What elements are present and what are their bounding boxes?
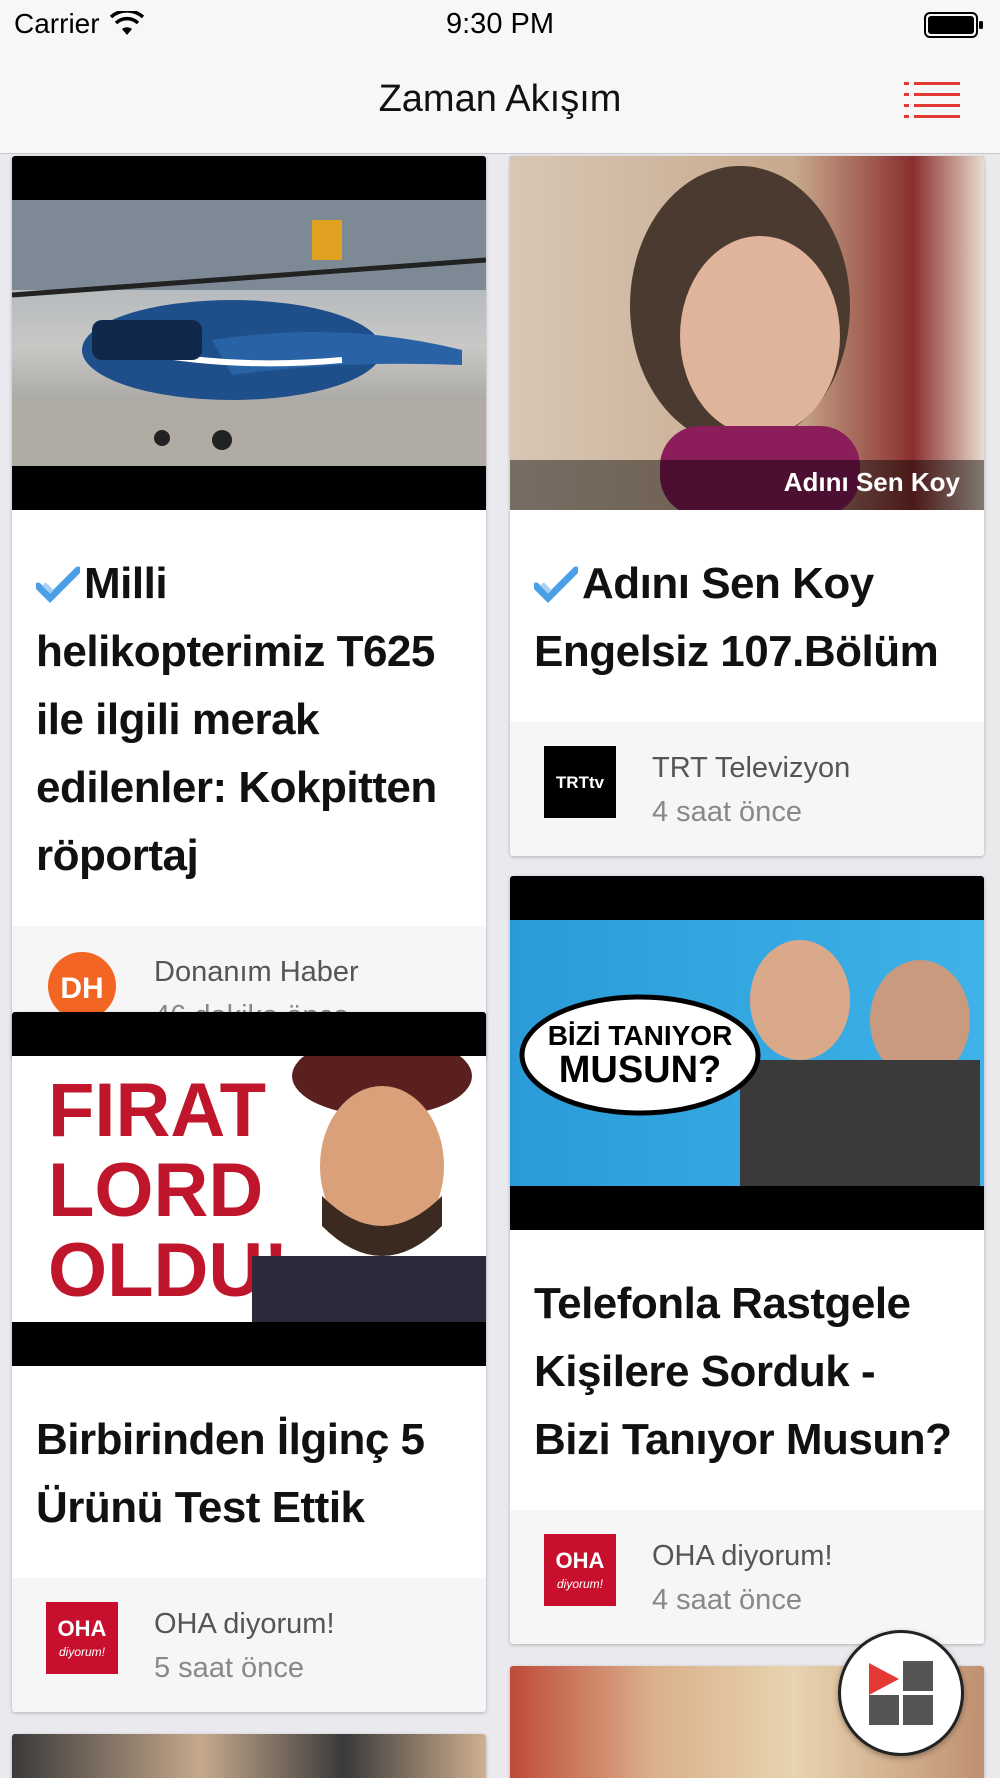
card-title: Adını Sen Koy Engelsiz 107.Bölüm — [534, 550, 962, 686]
logo-text: TRTtv — [556, 773, 605, 792]
logo-text: OHA — [58, 1616, 107, 1641]
oha-diyorum-logo: OHA diyorum! — [544, 1534, 616, 1606]
source-name[interactable]: TRT Televizyon — [652, 752, 850, 785]
post-time: 5 saat önce — [154, 1652, 304, 1684]
card-title: Telefonla Rastgele Kişilere Sorduk - Biz… — [534, 1279, 952, 1464]
card-thumbnail[interactable]: BİZİ TANIYOR MUSUN? — [510, 876, 984, 1230]
tv-series-image — [630, 166, 860, 510]
feed-card[interactable]: BİZİ TANIYOR MUSUN? Telefonla Rastgele K… — [510, 876, 984, 1644]
card-source[interactable]: OHA diyorum! OHA diyorum! 4 saat önce — [510, 1510, 984, 1644]
post-time: 4 saat önce — [652, 1584, 802, 1616]
feed-card[interactable] — [12, 1734, 486, 1778]
source-name[interactable]: Donanım Haber — [154, 956, 359, 989]
card-title: Milli helikopterimiz T625 ile ilgili mer… — [36, 550, 464, 890]
logo-text: OHA — [556, 1548, 605, 1573]
image-text-2: LORD — [48, 1148, 263, 1233]
card-title-text: Milli helikopterimiz T625 ile ilgili mer… — [36, 559, 437, 880]
card-source[interactable]: TRTtv TRT Televizyon 4 saat önce — [510, 722, 984, 856]
video-image: FIRAT LORD OLDU! — [48, 1056, 486, 1322]
status-bar: Carrier 9:30 PM — [0, 0, 1000, 50]
helicopter-image — [12, 200, 486, 466]
card-thumbnail[interactable]: FIRAT LORD OLDU! — [12, 1012, 486, 1366]
card-thumbnail[interactable] — [12, 1734, 486, 1778]
menu-button[interactable] — [904, 80, 960, 120]
clock: 9:30 PM — [446, 8, 554, 40]
source-name[interactable]: OHA diyorum! — [154, 1608, 335, 1641]
hamburger-menu-icon — [904, 82, 960, 118]
logo-subtext: diyorum! — [557, 1577, 604, 1591]
bubble-text-1: BİZİ TANIYOR — [548, 1020, 733, 1051]
feed-card[interactable]: Adını Sen Koy Adını Sen Koy Engelsiz 107… — [510, 156, 984, 856]
card-thumbnail[interactable] — [12, 156, 486, 510]
card-source[interactable]: OHA diyorum! OHA diyorum! 5 saat önce — [12, 1578, 486, 1712]
source-name[interactable]: OHA diyorum! — [652, 1540, 833, 1573]
logo-subtext: diyorum! — [59, 1645, 106, 1659]
verified-check-icon — [36, 566, 80, 603]
video-grid-icon — [869, 1661, 933, 1725]
page-title: Zaman Akışım — [378, 78, 622, 120]
feed-card[interactable]: FIRAT LORD OLDU! Birbirinden İlginç 5 Ür… — [12, 1012, 486, 1712]
trt-televizyon-logo: TRTtv — [544, 746, 616, 818]
card-title: Birbirinden İlginç 5 Ürünü Test Ettik — [36, 1415, 425, 1532]
logo-text: DH — [60, 972, 103, 1005]
card-title-text: Adını Sen Koy Engelsiz 107.Bölüm — [534, 559, 939, 676]
oha-diyorum-logo: OHA diyorum! — [46, 1602, 118, 1674]
verified-check-icon — [534, 566, 578, 603]
feed-card[interactable]: Milli helikopterimiz T625 ile ilgili mer… — [12, 156, 486, 1060]
video-image: BİZİ TANIYOR MUSUN? — [519, 940, 980, 1186]
post-time: 4 saat önce — [652, 796, 802, 828]
battery-icon — [924, 12, 983, 38]
image-text-1: FIRAT — [48, 1068, 266, 1153]
image-caption: Adını Sen Koy — [783, 467, 960, 497]
bubble-text-2: MUSUN? — [559, 1049, 722, 1091]
card-thumbnail[interactable]: Adını Sen Koy — [510, 156, 984, 510]
video-grid-button[interactable] — [838, 1630, 964, 1756]
navigation-bar: Zaman Akışım — [0, 50, 1000, 154]
